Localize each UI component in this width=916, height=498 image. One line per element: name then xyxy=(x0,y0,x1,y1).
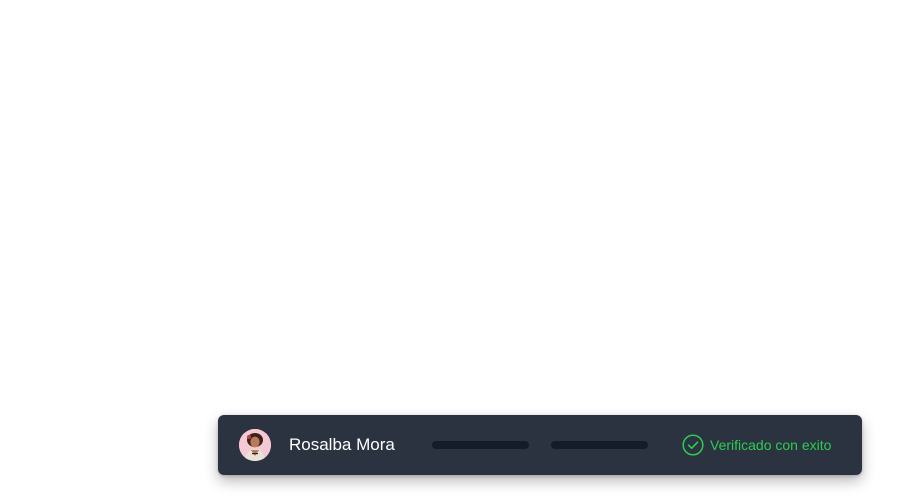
check-circle-icon xyxy=(682,434,704,456)
user-name: Rosalba Mora xyxy=(289,435,395,454)
user-avatar-photo xyxy=(239,429,271,461)
verification-card: Rosalba Mora Verificado con exito xyxy=(218,415,862,475)
avatar xyxy=(239,429,271,461)
placeholder-bar xyxy=(551,441,648,449)
status-text: Verificado con exito xyxy=(710,437,832,453)
page: Rosalba Mora Verificado con exito xyxy=(0,0,916,498)
verification-status: Verificado con exito xyxy=(682,434,831,456)
placeholder-bar xyxy=(432,441,529,449)
